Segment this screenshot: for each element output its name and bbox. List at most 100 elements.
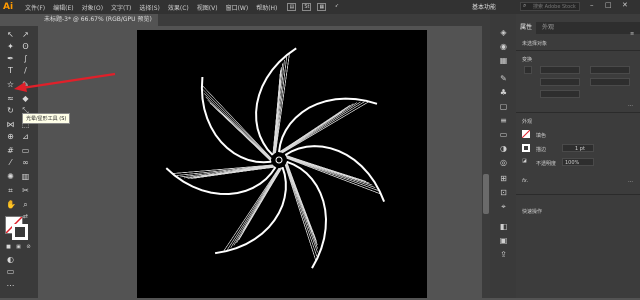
perspective-grid-tool-icon[interactable]: ⊿ [21,132,30,141]
star-arm [165,164,277,196]
align-icon[interactable]: ⊞ [499,174,508,183]
menu-file[interactable]: 文件(F) [25,3,45,12]
artboard-tool-icon[interactable]: ⌗ [6,186,15,195]
maximize-icon[interactable]: □ [605,1,612,9]
column-graph-tool-icon[interactable]: ▥ [21,172,30,181]
hatch-line [203,89,272,159]
slice-tool-icon[interactable]: ✂ [21,186,30,195]
symbols-icon[interactable]: ♣ [499,88,508,97]
layers-icon[interactable]: ◧ [499,222,508,231]
stroke-weight-field[interactable]: 1 pt [562,144,594,152]
stroke-weight-value: 1 pt [575,146,585,152]
hatch-line [230,167,281,248]
stroke-icon[interactable]: ≡ [499,116,508,125]
star-arm [214,166,287,255]
star-arm [284,145,386,202]
hatch-line [202,85,272,159]
graphic-styles-icon[interactable]: ▢ [499,102,508,111]
direct-selection-tool-icon[interactable]: ↗ [21,30,30,39]
menu-toolbar-icons: ▤ St ▦ ➶ [287,3,341,11]
asset-export-icon[interactable]: ⇪ [499,250,508,259]
fill-color-swatch[interactable] [521,129,531,139]
arrange-documents-icon[interactable]: ▤ [287,3,297,11]
workspace-switcher[interactable]: 基本功能 [472,2,496,11]
divider [516,50,640,51]
hatch-line [180,165,274,178]
divider [516,112,640,113]
shape-builder-tool-icon[interactable]: ⊕ [6,132,15,141]
opacity-icon: ◪ [522,158,527,164]
screen-mode-icon[interactable]: ▭ [6,267,15,276]
brushes-icon[interactable]: ✎ [499,74,508,83]
transparency-icon[interactable]: ◑ [499,144,508,153]
eyedropper-tool-icon[interactable]: ⁄ [6,158,15,167]
menu-view[interactable]: 视图(V) [197,3,218,12]
hatch-line [285,163,318,245]
transform-icon[interactable]: ⌖ [499,202,508,211]
appearance-icon[interactable]: ◎ [499,158,508,167]
gradient-mode-icon[interactable]: ▣ [14,243,23,252]
stroke-swatch[interactable] [12,224,28,240]
stroke-color-swatch[interactable] [522,144,530,152]
send-icon[interactable]: ➶ [332,3,341,11]
blend-tool-icon[interactable]: ∞ [21,158,30,167]
libraries-icon[interactable]: ◈ [499,28,508,37]
height-field[interactable] [590,78,630,86]
gradient-tool-icon[interactable]: ▭ [21,146,30,155]
menu-window[interactable]: 窗口(W) [226,3,249,12]
rotate-field[interactable] [540,90,580,98]
color-mode-icon[interactable]: ■ [4,243,13,252]
rotate-tool-icon[interactable]: ↻ [6,106,15,115]
hatch-line [281,101,365,153]
none-mode-icon[interactable]: ⊘ [24,243,33,252]
artboard[interactable] [137,30,427,298]
tab-properties[interactable]: 属性 [516,22,537,34]
more-options-icon[interactable]: … [628,102,633,108]
menu-object[interactable]: 对象(O) [82,3,103,12]
panel-menu-icon[interactable]: ≡ [630,31,634,37]
menu-type[interactable]: 文字(T) [111,3,131,12]
symbol-sprayer-tool-icon[interactable]: ✺ [6,172,15,181]
fx-button[interactable]: fx. [522,178,528,184]
pen-tool-icon[interactable]: ✒ [6,54,15,63]
vertical-scrollbar[interactable] [482,26,490,298]
vertical-scroll-thumb[interactable] [483,174,489,214]
tab-appearance[interactable]: 外观 [538,22,558,34]
hatch-line [233,167,281,246]
none-slash-icon [521,129,531,139]
spiral-star-artwork[interactable] [137,30,427,298]
menu-edit[interactable]: 编辑(E) [53,3,73,12]
grid-icon[interactable]: ▦ [317,3,327,11]
quick-actions-heading: 快速操作 [522,209,543,215]
width-field[interactable] [540,78,580,86]
edit-toolbar-icon[interactable]: … [6,279,15,288]
opacity-field[interactable]: 100% [562,158,594,166]
stock-search-input[interactable]: 搜索 Adobe Stock [520,2,580,11]
artboards-icon[interactable]: ▣ [499,236,508,245]
lasso-tool-icon[interactable]: ʘ [21,42,30,51]
selection-tool-icon[interactable]: ↖ [6,30,15,39]
draw-mode-icon[interactable]: ◐ [6,255,15,264]
mesh-tool-icon[interactable]: # [6,146,15,155]
menu-help[interactable]: 帮助(H) [256,3,277,12]
stock-icon[interactable]: St [302,3,312,11]
minimize-icon[interactable]: – [590,1,594,9]
magic-wand-tool-icon[interactable]: ✦ [6,42,15,51]
appearance-more-icon[interactable]: … [628,178,633,184]
swatches-icon[interactable]: ▦ [499,56,508,65]
color-icon[interactable]: ◉ [499,42,508,51]
gradient-icon[interactable]: ▭ [499,130,508,139]
y-field[interactable] [590,66,630,74]
zoom-tool-icon[interactable]: ⌕ [21,200,30,209]
reference-point-icon[interactable] [524,66,532,74]
x-field[interactable] [540,66,580,74]
curvature-tool-icon[interactable]: ∫ [21,54,30,63]
hand-tool-icon[interactable]: ✋ [6,200,16,209]
document-tab[interactable]: 未标题-3* @ 66.67% (RGB/GPU 预览) [38,14,158,26]
menu-select[interactable]: 选择(S) [139,3,160,12]
menu-effect[interactable]: 效果(C) [168,3,189,12]
close-icon[interactable]: ✕ [622,1,628,9]
width-tool-icon[interactable]: ⋈ [6,120,15,129]
hatch-line [281,102,357,153]
pathfinder-icon[interactable]: ⊡ [499,188,508,197]
